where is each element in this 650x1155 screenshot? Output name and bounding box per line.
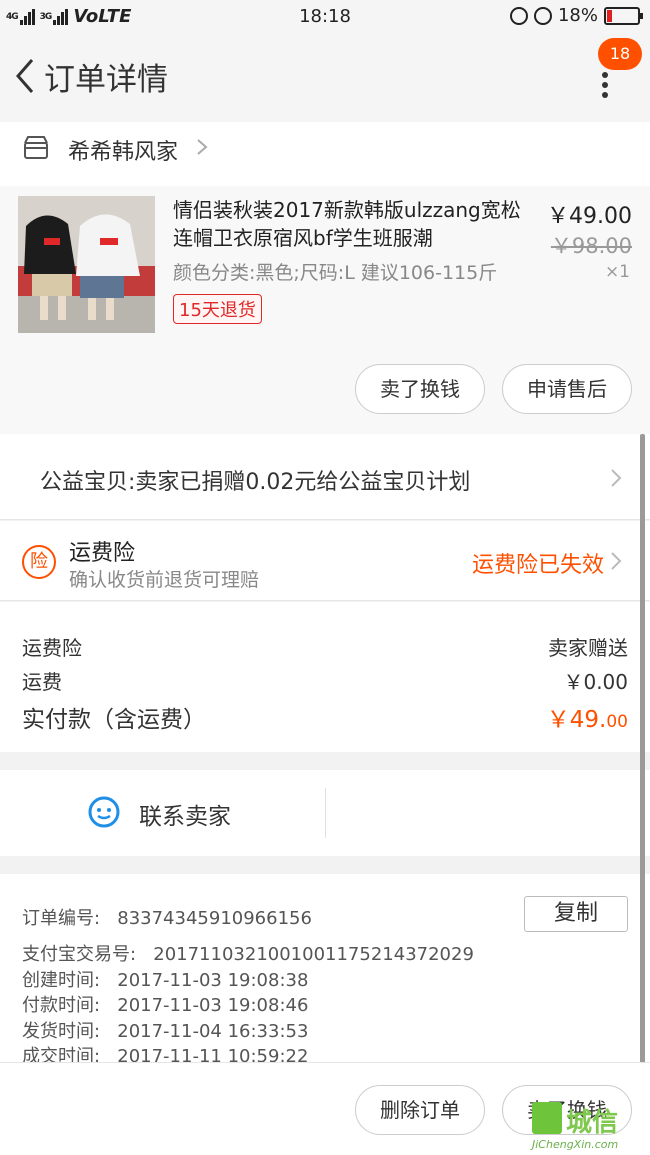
chat-face-icon[interactable] [87, 794, 121, 828]
insurance-status: 运费险已失效 [471, 553, 604, 578]
product-quantity: ×1 [604, 262, 630, 282]
total-paid-main: ￥49. [546, 707, 607, 733]
insurance-icon: 险 [22, 545, 56, 579]
more-menu-icon[interactable] [602, 72, 612, 98]
order-info: 订单编号: 83374345910966156 支付宝交易号: 20171103… [0, 874, 650, 1067]
order-number-row: 订单编号: 83374345910966156 [22, 904, 312, 930]
info-key: 支付宝交易号: [22, 944, 137, 965]
chevron-right-icon [611, 552, 622, 570]
info-key: 订单编号: [22, 908, 101, 929]
total-paid-value: ￥49.00 [547, 700, 628, 734]
watermark-mark [532, 1102, 562, 1134]
total-paid-cents: 00 [606, 712, 628, 732]
back-arrow-icon[interactable] [10, 56, 42, 96]
cost-label: 运费 [22, 670, 62, 694]
nav-bar: 订单详情 18 [0, 34, 650, 122]
paid-time-row: 付款时间: 2017-11-03 19:08:46 [22, 991, 308, 1017]
chevron-right-icon [611, 469, 622, 487]
info-key: 创建时间: [22, 970, 101, 991]
shipping-insurance-row[interactable]: 险 运费险 确认收货前退货可理赔 运费险已失效 [0, 521, 650, 601]
info-value: 2017-11-03 19:08:46 [117, 995, 309, 1016]
divider [325, 788, 326, 838]
cost-label: 运费险 [22, 636, 82, 660]
total-paid-label: 实付款（含运费） [22, 707, 206, 733]
resell-button[interactable]: 卖了换钱 [355, 364, 485, 414]
insurance-title: 运费险 [69, 541, 136, 566]
product-card[interactable]: 情侣装秋装2017新款韩版ulzzang宽松连帽卫衣原宿风bf学生班服潮 颜色分… [0, 186, 650, 434]
alarm-icon [533, 6, 552, 25]
shop-row[interactable]: 希希韩风家 [0, 122, 650, 186]
battery-icon [604, 6, 643, 25]
status-icons: 18% [509, 5, 643, 26]
info-value: 83374345910966156 [117, 908, 312, 929]
cost-value: ￥0.00 [563, 670, 628, 694]
product-price: ￥49.00 [547, 204, 632, 229]
info-key: 发货时间: [22, 1021, 101, 1042]
insurance-subtitle: 确认收货前退货可理赔 [69, 569, 260, 591]
chevron-right-icon [197, 139, 208, 155]
info-value: 2017-11-03 19:08:38 [117, 970, 309, 991]
return-policy-badge: 15天退货 [173, 294, 262, 324]
watermark-logo: 城信 JiChengXin.com [532, 1098, 648, 1155]
notification-badge: 18 [598, 38, 642, 70]
product-original-price: ￥98.00 [550, 234, 632, 258]
battery-fill [607, 9, 612, 22]
rotation-lock-icon [509, 6, 528, 25]
alipay-trade-row: 支付宝交易号: 2017110321001001175214372029 [22, 940, 474, 966]
status-bar: 4G 3G VoLTE 18:18 18% [0, 0, 650, 34]
info-value: 2017-11-04 16:33:53 [117, 1021, 309, 1042]
battery-percent: 18% [557, 5, 598, 26]
charity-text: 公益宝贝:卖家已捐赠0.02元给公益宝贝计划 [40, 470, 471, 495]
shop-icon [24, 136, 48, 159]
product-thumbnail[interactable] [18, 196, 155, 333]
page-title: 订单详情 [44, 62, 168, 98]
contact-seller-button[interactable]: 联系卖家 [139, 797, 231, 831]
charity-row[interactable]: 公益宝贝:卖家已捐赠0.02元给公益宝贝计划 [0, 434, 650, 520]
product-variant: 颜色分类:黑色;尺码:L 建议106-115斤 [173, 262, 498, 284]
product-title: 情侣装秋装2017新款韩版ulzzang宽松连帽卫衣原宿风bf学生班服潮 [173, 198, 521, 250]
watermark-en: JiChengXin.com [532, 1138, 619, 1151]
info-value: 2017110321001001175214372029 [153, 944, 474, 965]
delete-order-button[interactable]: 删除订单 [355, 1085, 485, 1135]
watermark-cn: 城信 [566, 1108, 619, 1138]
cost-value: 卖家赠送 [548, 636, 628, 660]
copy-order-number-button[interactable]: 复制 [524, 896, 628, 932]
info-key: 付款时间: [22, 995, 101, 1016]
after-sales-button[interactable]: 申请售后 [502, 364, 632, 414]
scrollbar[interactable] [640, 434, 645, 1064]
cost-summary: 运费险 卖家赠送 运费 ￥0.00 实付款（含运费） ￥49.00 [0, 602, 650, 752]
created-time-row: 创建时间: 2017-11-03 19:08:38 [22, 966, 308, 992]
shop-name: 希希韩风家 [68, 140, 179, 165]
shipped-time-row: 发货时间: 2017-11-04 16:33:53 [22, 1017, 308, 1043]
contact-bar: 联系卖家 [0, 770, 650, 856]
